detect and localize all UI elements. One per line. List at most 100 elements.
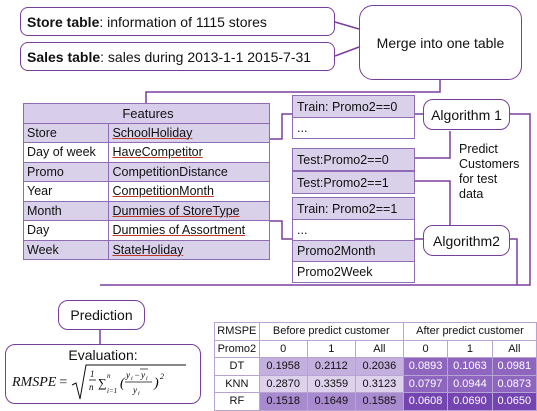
prediction-box: Prediction: [58, 300, 145, 330]
train-promo2-1-feature: Promo2Month: [293, 240, 414, 261]
train-promo2-0-box: Train: Promo2==0 ...: [292, 95, 415, 139]
results-col: 1: [306, 339, 356, 358]
test-promo2-1-label: Test:Promo2==1: [293, 172, 414, 193]
results-subheader-row: Promo2 0 1 All 0 1 All: [214, 339, 537, 358]
svg-text:i: i: [138, 391, 140, 397]
results-cell: 0.3123: [354, 374, 404, 393]
feature-cell: HaveCompetitor: [108, 142, 270, 163]
results-cell: 0.0608: [402, 392, 449, 411]
store-table-title: Store table: [27, 13, 100, 30]
evaluation-title: Evaluation:: [68, 347, 138, 363]
results-cell: 0.0690: [447, 392, 493, 411]
svg-text:): ): [153, 376, 159, 391]
feature-cell: Week: [22, 239, 110, 260]
svg-text:n: n: [107, 372, 111, 380]
sales-table-box: Sales table : sales during 2013-1-1 2015…: [20, 42, 335, 71]
train-promo2-1-box: Train: Promo2==1 ... Promo2Month Promo2W…: [292, 197, 415, 283]
feature-cell: CompetitionDistance: [108, 161, 270, 182]
train-promo2-1-more: ...: [293, 219, 414, 240]
evaluation-box: Evaluation: RMSPE = 1 n ∑ n i=1 ( y i − …: [5, 344, 201, 404]
algorithm1-box: Algorithm 1: [423, 99, 510, 130]
feature-row: Promo CompetitionDistance: [22, 161, 270, 182]
svg-text:i: i: [146, 376, 148, 382]
feature-cell: CompetitionMonth: [108, 181, 270, 202]
results-col: 0: [258, 339, 308, 358]
feature-cell: Dummies of StoreType: [108, 200, 270, 221]
train-promo2-0-label: Train: Promo2==0: [293, 96, 414, 117]
results-cell: 0.0797: [402, 374, 449, 393]
svg-text:−: −: [134, 370, 140, 380]
feature-cell: StateHoliday: [108, 239, 270, 260]
merge-box: Merge into one table: [359, 5, 522, 80]
results-cell: 0.0893: [402, 357, 449, 376]
results-cell: 0.3359: [306, 374, 356, 393]
results-table: RMSPE Before predict customer After pred…: [214, 322, 537, 411]
results-group-before: Before predict customer: [258, 322, 404, 341]
svg-text:i=1: i=1: [107, 387, 117, 395]
svg-text:y: y: [132, 385, 137, 395]
results-corner: RMSPE: [214, 322, 260, 341]
results-cell: 0.1585: [354, 392, 404, 411]
results-row: DT 0.1958 0.2112 0.2036 0.0893 0.1063 0.…: [214, 357, 537, 376]
train-promo2-1-label: Train: Promo2==1: [293, 198, 414, 219]
store-table-box: Store table : information of 1115 stores: [20, 7, 335, 36]
feature-cell: Month: [22, 200, 110, 221]
feature-cell: Day: [22, 220, 110, 241]
feature-row: Year CompetitionMonth: [22, 181, 270, 202]
test-promo2-0-label: Test:Promo2==0: [293, 149, 414, 170]
store-table-desc: : information of 1115 stores: [99, 13, 267, 30]
results-cell: 0.2112: [306, 357, 356, 376]
note-line: data: [459, 187, 484, 201]
algorithm2-box: Algorithm2: [423, 225, 510, 256]
results-col: 0: [402, 339, 449, 358]
train-promo2-0-more: ...: [293, 117, 414, 138]
feature-row: Day Dummies of Assortment: [22, 220, 270, 241]
results-header-row: RMSPE Before predict customer After pred…: [214, 322, 537, 341]
results-cell: 0.0944: [447, 374, 493, 393]
results-cell: 0.1063: [447, 357, 493, 376]
results-row: KNN 0.2870 0.3359 0.3123 0.0797 0.0944 0…: [214, 374, 537, 393]
results-cell: 0.1649: [306, 392, 356, 411]
results-model: RF: [214, 392, 260, 411]
feature-row: Month Dummies of StoreType: [22, 200, 270, 221]
formula-equals: =: [59, 375, 68, 390]
svg-text:∑: ∑: [98, 376, 107, 390]
results-cell: 0.0650: [491, 392, 537, 411]
svg-text:2: 2: [160, 372, 164, 381]
note-line: Customers: [459, 157, 520, 171]
results-col: All: [491, 339, 537, 358]
results-model: KNN: [214, 374, 260, 393]
feature-cell: Day of week: [22, 142, 110, 163]
feature-row: Week StateHoliday: [22, 239, 270, 260]
svg-text:y: y: [125, 370, 130, 380]
note-line: Predict: [459, 142, 498, 156]
test-promo2-0-box: Test:Promo2==0: [292, 148, 415, 171]
note-line: for test: [459, 172, 498, 186]
results-cell: 0.2870: [258, 374, 308, 393]
results-col: All: [354, 339, 404, 358]
svg-text:1: 1: [90, 369, 95, 379]
rmspe-formula: RMSPE = 1 n ∑ n i=1 ( y i − y i y i ) 2: [12, 363, 188, 403]
results-cell: 0.1958: [258, 357, 308, 376]
results-row-label: Promo2: [214, 339, 260, 358]
sales-table-desc: : sales during 2013-1-1 2015-7-31: [100, 48, 312, 65]
sales-table-title: Sales table: [27, 48, 101, 65]
features-header: Features: [23, 103, 270, 124]
feature-cell: SchoolHoliday: [108, 122, 270, 143]
feature-row: Day of week HaveCompetitor: [22, 142, 270, 163]
test-promo2-1-box: Test:Promo2==1: [292, 171, 415, 194]
results-group-after: After predict customer: [402, 322, 537, 341]
features-table: Features Store SchoolHoliday Day of week…: [22, 103, 270, 260]
svg-text:i: i: [131, 376, 133, 382]
results-cell: 0.0873: [491, 374, 537, 393]
feature-cell: Year: [22, 181, 110, 202]
svg-text:y: y: [140, 370, 145, 380]
results-cell: 0.1518: [258, 392, 308, 411]
train-promo2-1-feature: Promo2Week: [293, 261, 414, 282]
feature-row: Store SchoolHoliday: [22, 122, 270, 143]
results-cell: 0.0981: [491, 357, 537, 376]
predict-customers-note: Predict Customers for test data: [459, 142, 520, 202]
formula-root: 1 n ∑ n i=1 ( y i − y i y i ) 2: [72, 364, 187, 400]
feature-cell: Promo: [22, 161, 110, 182]
results-col: 1: [447, 339, 493, 358]
